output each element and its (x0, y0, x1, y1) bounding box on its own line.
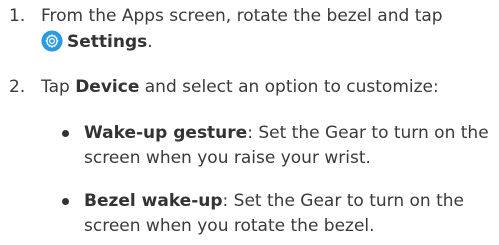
step-number: 1. (9, 6, 26, 26)
step-number: 2. (9, 77, 26, 97)
device-label: Device (75, 77, 140, 97)
option-title: Wake-up gesture (84, 123, 248, 143)
step-text-line-1: From the Apps screen, rotate the bezel a… (41, 6, 443, 26)
option-desc: : Set the Gear to turn on the (247, 123, 489, 143)
step-rest: and select an option to customize: (139, 77, 439, 97)
option-title: Bezel wake-up (84, 191, 223, 211)
option-line-2: screen when you rotate the bezel. (84, 216, 375, 236)
bullet-icon (62, 130, 69, 137)
option-line-1: Wake-up gesture: Set the Gear to turn on… (84, 121, 489, 145)
settings-gear-icon (41, 30, 63, 52)
period: . (147, 32, 153, 52)
option-line-1: Bezel wake-up: Set the Gear to turn on t… (84, 189, 464, 213)
step-text-line-1: Tap Device and select an option to custo… (41, 75, 439, 99)
instruction-document: 1. From the Apps screen, rotate the beze… (0, 0, 499, 245)
step-prefix: Tap (41, 77, 76, 97)
settings-label: Settings (67, 32, 148, 52)
option-desc: : Set the Gear to turn on the (222, 191, 464, 211)
bullet-icon (62, 198, 69, 205)
option-line-2: screen when you raise your wrist. (84, 148, 371, 168)
step-text-line-2: Settings. (41, 30, 153, 54)
